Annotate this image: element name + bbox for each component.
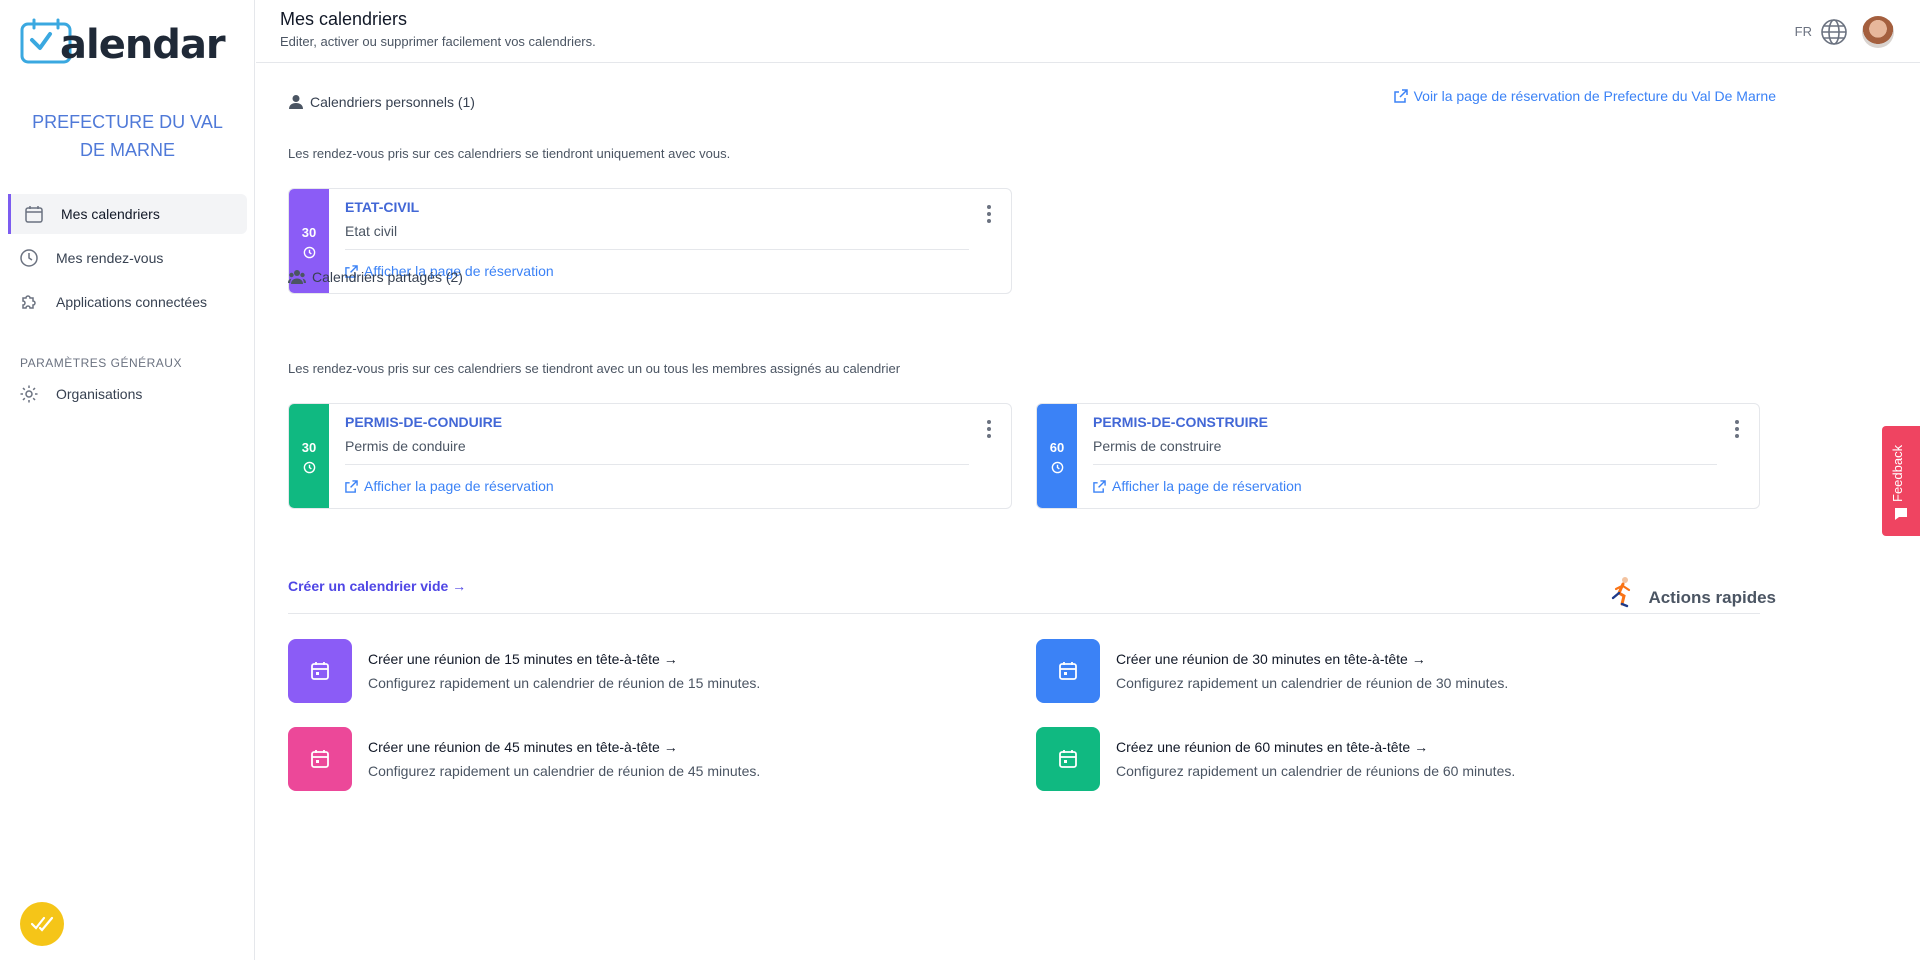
calendar-name[interactable]: PERMIS-DE-CONDUIRE bbox=[345, 414, 502, 430]
quick-action-description: Configurez rapidement un calendrier de r… bbox=[1116, 763, 1516, 779]
external-link-icon bbox=[1093, 479, 1106, 493]
more-options-icon[interactable] bbox=[1735, 420, 1739, 441]
puzzle-icon bbox=[18, 291, 40, 313]
checklist-icon bbox=[30, 916, 54, 932]
main-content: Voir la page de réservation de Prefectur… bbox=[256, 64, 1920, 960]
show-reservation-page-link[interactable]: Afficher la page de réservation bbox=[345, 478, 554, 494]
quick-action-30-min[interactable]: Créer une réunion de 30 minutes en tête-… bbox=[1036, 639, 1756, 703]
duration-value: 60 bbox=[1049, 440, 1065, 455]
calendar-card-permis-de-construire[interactable]: 60 PERMIS-DE-CONSTRUIRE Permis de constr… bbox=[1036, 403, 1760, 509]
sidebar-item-mes-calendriers[interactable]: Mes calendriers bbox=[8, 194, 247, 234]
page-subtitle: Editer, activer ou supprimer facilement … bbox=[280, 34, 596, 49]
calendar-card-permis-de-conduire[interactable]: 30 PERMIS-DE-CONDUIRE Permis de conduire… bbox=[288, 403, 1012, 509]
link-text: Afficher la page de réservation bbox=[364, 478, 554, 494]
shared-calendars-heading: Calendriers partagés (2) bbox=[288, 269, 463, 285]
app-logo[interactable]: alendar bbox=[20, 18, 240, 70]
users-icon bbox=[288, 270, 306, 284]
calendar-description: Etat civil bbox=[345, 223, 398, 239]
logo-text: alendar bbox=[60, 22, 226, 68]
quick-action-description: Configurez rapidement un calendrier de r… bbox=[368, 763, 761, 779]
quick-action-description: Configurez rapidement un calendrier de r… bbox=[1116, 675, 1509, 691]
more-options-icon[interactable] bbox=[987, 420, 991, 441]
duration-badge: 30 bbox=[289, 404, 329, 508]
calendar-icon bbox=[288, 727, 352, 791]
globe-icon[interactable] bbox=[1820, 18, 1848, 46]
personal-heading-text: Calendriers personnels (1) bbox=[310, 94, 475, 110]
view-reservation-page-link[interactable]: Voir la page de réservation de Prefectur… bbox=[1393, 88, 1776, 104]
personal-calendars-description: Les rendez-vous pris sur ces calendriers… bbox=[288, 146, 731, 161]
page-title: Mes calendriers bbox=[280, 9, 408, 29]
quick-actions-divider bbox=[288, 613, 1760, 614]
shared-heading-text: Calendriers partagés (2) bbox=[312, 269, 463, 285]
create-empty-calendar-link[interactable]: Créer un calendrier vide → bbox=[288, 578, 466, 594]
shared-calendars-description: Les rendez-vous pris sur ces calendriers… bbox=[288, 361, 901, 376]
clock-icon bbox=[303, 246, 315, 259]
clock-icon bbox=[303, 461, 315, 474]
language-label[interactable]: FR bbox=[1795, 24, 1812, 39]
quick-action-title[interactable]: Créer une réunion de 30 minutes en tête-… bbox=[1116, 651, 1426, 667]
card-divider bbox=[1093, 464, 1717, 465]
quick-action-60-min[interactable]: Créez une réunion de 60 minutes en tête-… bbox=[1036, 727, 1756, 791]
onboarding-checklist-button[interactable] bbox=[20, 902, 64, 946]
clock-icon bbox=[18, 247, 40, 269]
gear-icon bbox=[18, 383, 40, 405]
sidebar: alendar PREFECTURE DU VAL DE MARNE Mes c… bbox=[0, 0, 255, 960]
quick-action-title[interactable]: Créer une réunion de 15 minutes en tête-… bbox=[368, 651, 678, 667]
sidebar-item-label: Mes rendez-vous bbox=[56, 250, 164, 266]
quick-actions-title: Actions rapides bbox=[1648, 588, 1776, 607]
sidebar-item-label: Organisations bbox=[56, 386, 143, 402]
quick-action-description: Configurez rapidement un calendrier de r… bbox=[368, 675, 761, 691]
organization-name: PREFECTURE DU VAL DE MARNE bbox=[32, 112, 223, 160]
duration-value: 30 bbox=[301, 440, 317, 455]
sidebar-item-label: Applications connectées bbox=[56, 294, 207, 310]
external-link-icon bbox=[345, 479, 358, 493]
card-divider bbox=[345, 249, 969, 250]
duration-value: 30 bbox=[301, 225, 317, 240]
quick-action-title[interactable]: Créer une réunion de 45 minutes en tête-… bbox=[368, 739, 678, 755]
quick-action-15-min[interactable]: Créer une réunion de 15 minutes en tête-… bbox=[288, 639, 1008, 703]
calendar-name[interactable]: PERMIS-DE-CONSTRUIRE bbox=[1093, 414, 1268, 430]
sidebar-item-label: Mes calendriers bbox=[61, 206, 160, 222]
sidebar-item-organisations[interactable]: Organisations bbox=[8, 374, 247, 414]
calendar-icon bbox=[1036, 727, 1100, 791]
sidebar-item-applications-connectees[interactable]: Applications connectées bbox=[8, 282, 247, 322]
external-link-icon bbox=[1393, 89, 1408, 103]
calendar-name[interactable]: ETAT-CIVIL bbox=[345, 199, 419, 215]
show-reservation-page-link[interactable]: Afficher la page de réservation bbox=[1093, 478, 1302, 494]
quick-action-45-min[interactable]: Créer une réunion de 45 minutes en tête-… bbox=[288, 727, 1008, 791]
personal-calendars-heading: Calendriers personnels (1) bbox=[288, 94, 475, 110]
calendar-icon bbox=[1036, 639, 1100, 703]
calendar-description: Permis de conduire bbox=[345, 438, 466, 454]
calendar-icon bbox=[23, 203, 45, 225]
feedback-label: Feedback bbox=[1890, 444, 1905, 502]
card-divider bbox=[345, 464, 969, 465]
calendar-description: Permis de construire bbox=[1093, 438, 1222, 454]
sidebar-item-mes-rendez-vous[interactable]: Mes rendez-vous bbox=[8, 238, 247, 278]
clock-icon bbox=[1051, 461, 1063, 474]
link-text: Afficher la page de réservation bbox=[1112, 478, 1302, 494]
duration-badge: 60 bbox=[1037, 404, 1077, 508]
chat-icon bbox=[1895, 508, 1907, 520]
user-icon bbox=[289, 95, 303, 109]
top-header: Mes calendriers Editer, activer ou suppr… bbox=[256, 0, 1920, 63]
running-person-icon bbox=[1611, 577, 1631, 608]
quick-action-title[interactable]: Créez une réunion de 60 minutes en tête-… bbox=[1116, 739, 1428, 755]
nav-section-label: PARAMÈTRES GÉNÉRAUX bbox=[20, 356, 182, 370]
sidebar-nav: Mes calendriers Mes rendez-vous Applicat… bbox=[0, 194, 255, 326]
feedback-tab[interactable]: Feedback bbox=[1882, 426, 1920, 536]
calendar-icon bbox=[288, 639, 352, 703]
settings-nav: Organisations bbox=[0, 374, 255, 418]
reservation-link-text: Voir la page de réservation de Prefectur… bbox=[1413, 88, 1776, 104]
more-options-icon[interactable] bbox=[987, 205, 991, 226]
user-avatar[interactable] bbox=[1862, 16, 1894, 48]
